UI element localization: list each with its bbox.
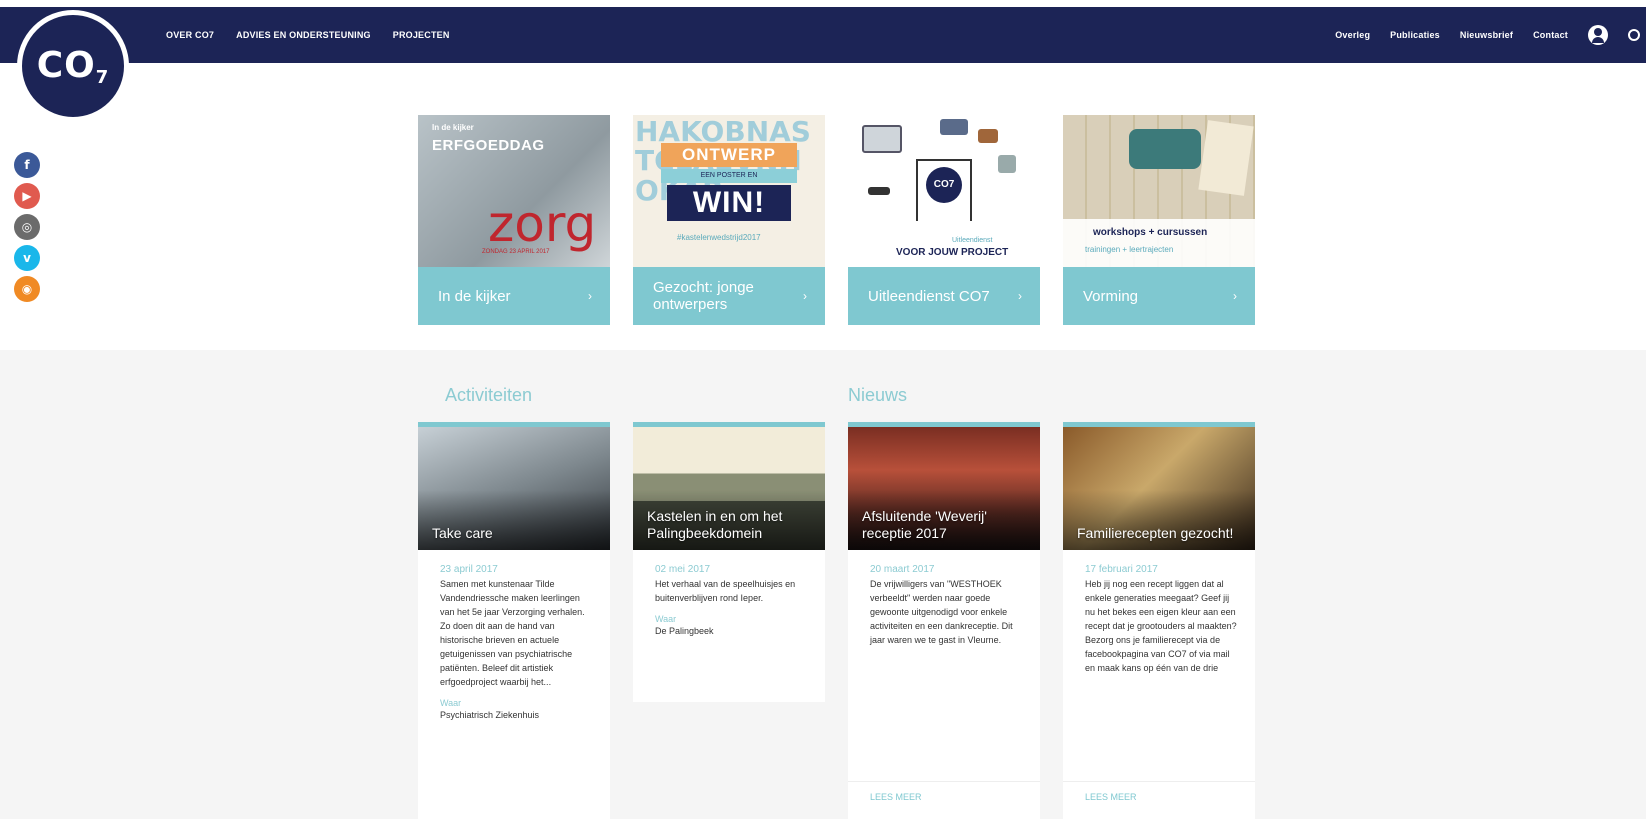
tile-caption: VOOR JOUW PROJECT [896, 247, 1009, 258]
nav-item-publicaties[interactable]: Publicaties [1390, 30, 1440, 40]
nav-item-over-co7[interactable]: OVER CO7 [166, 30, 214, 40]
logo-text: CO7 [36, 44, 110, 88]
card-title: Afsluitende 'Weverij' receptie 2017 [862, 508, 987, 542]
tile-image: HAKOBNASTCLAEVNHOKAR ONTWERP EEN POSTER … [633, 115, 825, 267]
card-date: 23 april 2017 [440, 564, 498, 575]
card-where-label: Waar [655, 613, 677, 624]
paper-image [1198, 120, 1254, 196]
card-body: 02 mei 2017 Het verhaal van de speelhuis… [633, 550, 825, 646]
card-photo: Familierecepten gezocht! [1063, 422, 1255, 550]
tile-image: CO7 Uitleendienst VOOR JOUW PROJECT [848, 115, 1040, 267]
card-title: Familierecepten gezocht! [1077, 525, 1234, 542]
news-card[interactable]: Familierecepten gezocht! 17 februari 201… [1063, 422, 1255, 819]
activity-card[interactable]: Kastelen in en om het Palingbeekdomein 0… [633, 422, 825, 702]
card-body: 20 maart 2017 De vrijwilligers van "WEST… [848, 550, 1040, 658]
card-where-value: Psychiatrisch Ziekenhuis [440, 709, 540, 720]
instagram-icon[interactable]: ◎ [14, 214, 40, 240]
card-date: 17 februari 2017 [1085, 564, 1158, 575]
nav-item-nieuwsbrief[interactable]: Nieuwsbrief [1460, 30, 1513, 40]
case-icon [978, 129, 998, 143]
card-where-label: Waar [440, 697, 462, 708]
tile-kicker: In de kijker [432, 123, 474, 132]
nav-item-projecten[interactable]: PROJECTEN [393, 30, 450, 40]
section-title-activiteiten: Activiteiten [445, 385, 533, 405]
tile-label: Gezocht: jonge ontwerpers [653, 279, 754, 313]
tile-label: Uitleendienst CO7 [868, 287, 990, 305]
card-title: Take care [432, 525, 493, 542]
card-title: Kastelen in en om het Palingbeekdomein [647, 508, 783, 542]
chevron-right-icon: › [1233, 289, 1237, 303]
tile-vorming[interactable]: workshops + cursussen trainingen + leert… [1063, 115, 1255, 325]
stand-bar [916, 159, 972, 161]
read-more-link[interactable]: LEES MEER [848, 781, 1040, 819]
tile-image: In de kijker ERFGOEDDAG zorg ZONDAG 23 A… [418, 115, 610, 267]
tile-date: ZONDAG 23 APRIL 2017 [482, 249, 550, 255]
activity-card[interactable]: Take care 23 april 2017 Samen met kunste… [418, 422, 610, 819]
chevron-right-icon: › [588, 289, 592, 303]
section-title-nieuws: Nieuws [848, 385, 908, 405]
card-list: Take care 23 april 2017 Samen met kunste… [418, 422, 1255, 819]
search-icon[interactable] [1628, 29, 1640, 41]
card-body: 17 februari 2017 Heb jij nog een recept … [1063, 550, 1255, 686]
card-text: Het verhaal van de speelhuisjes en buite… [655, 579, 796, 603]
youtube-icon[interactable]: ▶ [14, 183, 40, 209]
card-photo: Kastelen in en om het Palingbeekdomein [633, 422, 825, 550]
tile-hashtag: #kastelenwedstrijd2017 [677, 233, 761, 242]
tile-in-de-kijker[interactable]: In de kijker ERFGOEDDAG zorg ZONDAG 23 A… [418, 115, 610, 325]
feature-tiles: In de kijker ERFGOEDDAG zorg ZONDAG 23 A… [418, 115, 1255, 325]
social-links: f ▶ ◎ v ◉ [14, 152, 40, 302]
read-more-link[interactable]: LEES MEER [1063, 781, 1255, 819]
tile-poster-label: ONTWERP [661, 143, 797, 167]
tile-label: In de kijker [438, 287, 511, 305]
tile-heading: ERFGOEDDAG [432, 137, 545, 154]
tile-jonge-ontwerpers[interactable]: HAKOBNASTCLAEVNHOKAR ONTWERP EEN POSTER … [633, 115, 825, 325]
tile-poster-sublabel: EEN POSTER EN [661, 169, 797, 183]
card-photo: Afsluitende 'Weverij' receptie 2017 [848, 422, 1040, 550]
camera-icon [862, 125, 902, 153]
tile-caption: workshops + cursussen [1093, 227, 1208, 238]
card-text: Samen met kunstenaar Tilde Vandendriessc… [440, 579, 585, 687]
chevron-right-icon: › [803, 289, 807, 303]
nav-item-overleg[interactable]: Overleg [1335, 30, 1370, 40]
card-photo: Take care [418, 422, 610, 550]
nav-item-contact[interactable]: Contact [1533, 30, 1568, 40]
nav-item-advies[interactable]: ADVIES EN ONDERSTEUNING [236, 30, 371, 40]
co7-badge: CO7 [926, 167, 962, 203]
tile-big-word: zorg [488, 195, 597, 253]
card-body: 23 april 2017 Samen met kunstenaar Tilde… [418, 550, 610, 730]
tool-icon [868, 187, 890, 195]
projector-icon [940, 119, 968, 135]
card-where-value: De Palingbeek [655, 625, 714, 636]
main-nav: OVER CO7 ADVIES EN ONDERSTEUNING PROJECT… [166, 7, 450, 63]
top-navigation-bar: OVER CO7 ADVIES EN ONDERSTEUNING PROJECT… [0, 7, 1646, 63]
tile-image: workshops + cursussen trainingen + leert… [1063, 115, 1255, 267]
facebook-icon[interactable]: f [14, 152, 40, 178]
vimeo-icon[interactable]: v [14, 245, 40, 271]
card-text: De vrijwilligers van "WESTHOEK verbeeldt… [870, 579, 1013, 645]
stand-leg [916, 159, 918, 221]
secondary-nav: Overleg Publicaties Nieuwsbrief Contact [1335, 7, 1640, 63]
tile-label: Vorming [1083, 287, 1139, 305]
tile-subcaption: trainingen + leertrajecten [1085, 245, 1174, 254]
tile-link[interactable]: Vorming › [1063, 267, 1255, 325]
tile-uitleendienst[interactable]: CO7 Uitleendienst VOOR JOUW PROJECT Uitl… [848, 115, 1040, 325]
news-card[interactable]: Afsluitende 'Weverij' receptie 2017 20 m… [848, 422, 1040, 819]
chevron-right-icon: › [1018, 289, 1022, 303]
tile-small-caption: Uitleendienst [952, 237, 993, 244]
tile-link[interactable]: Gezocht: jonge ontwerpers › [633, 267, 825, 325]
tile-poster-win: WIN! [667, 185, 791, 221]
co7-logo[interactable]: CO7 [17, 10, 129, 122]
user-account-icon[interactable] [1588, 25, 1608, 45]
stand-leg [970, 159, 972, 221]
card-date: 20 maart 2017 [870, 564, 935, 575]
tile-link[interactable]: Uitleendienst CO7 › [848, 267, 1040, 325]
typewriter-image [1129, 129, 1201, 169]
speaker-icon [998, 155, 1016, 173]
tile-link[interactable]: In de kijker › [418, 267, 610, 325]
card-text: Heb jij nog een recept liggen dat al enk… [1085, 579, 1237, 673]
rss-icon[interactable]: ◉ [14, 276, 40, 302]
card-date: 02 mei 2017 [655, 564, 711, 575]
